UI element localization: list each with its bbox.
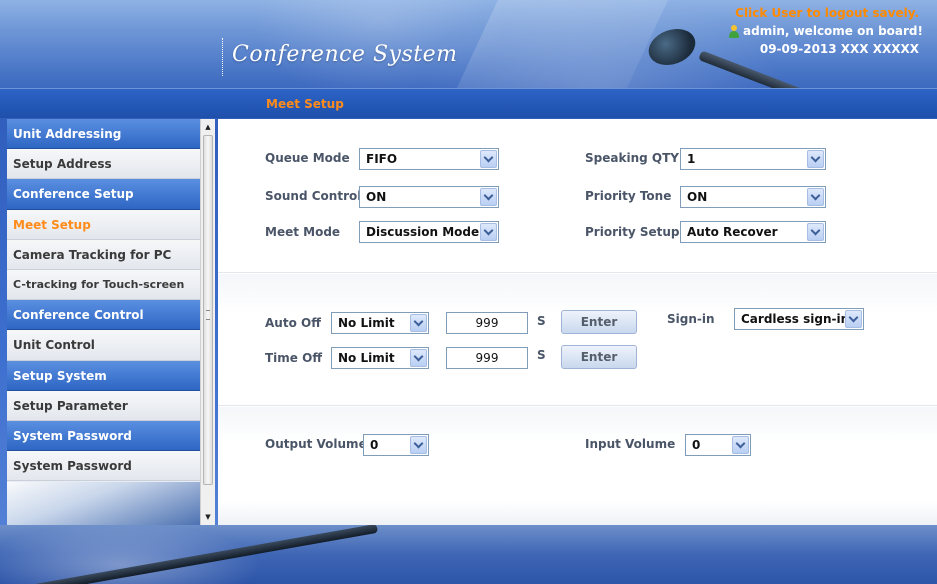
meet-mode-label: Meet Mode <box>265 225 341 239</box>
speaking-qty-label: Speaking QTY <box>585 151 679 165</box>
chevron-down-icon[interactable] <box>807 150 824 168</box>
sidebar-item-setup-parameter[interactable]: Setup Parameter <box>7 390 200 421</box>
sign-in-select[interactable]: Cardless sign-in <box>734 308 864 330</box>
sidebar-scrollbar[interactable]: ▲ ▼ <box>200 119 215 525</box>
input-volume-value: 0 <box>692 438 701 452</box>
meet-mode-select[interactable]: Discussion Mode <box>359 221 499 243</box>
chevron-down-icon[interactable] <box>410 349 427 367</box>
chevron-down-icon[interactable] <box>480 223 497 241</box>
input-volume-label: Input Volume <box>585 437 676 451</box>
sign-in-value: Cardless sign-in <box>741 312 850 326</box>
input-volume-select[interactable]: 0 <box>685 434 751 456</box>
header-sheen <box>423 0 687 88</box>
sound-control-value: ON <box>366 190 387 204</box>
queue-mode-label: Queue Mode <box>265 151 350 165</box>
sidebar-menu: Unit Addressing Setup Address Conference… <box>7 119 200 482</box>
sidebar: Unit Addressing Setup Address Conference… <box>7 119 215 525</box>
sidebar-group-unit-addressing[interactable]: Unit Addressing <box>7 119 200 150</box>
chevron-down-icon[interactable] <box>410 314 427 332</box>
priority-setup-label: Priority Setup <box>585 225 680 239</box>
sidebar-group-conference-control[interactable]: Conference Control <box>7 300 200 331</box>
sound-control-select[interactable]: ON <box>359 186 499 208</box>
chevron-down-icon[interactable] <box>480 150 497 168</box>
footer-banner <box>0 525 937 584</box>
sign-in-label: Sign-in <box>667 312 715 326</box>
scrollbar-grip-icon <box>206 310 210 320</box>
logout-link[interactable]: Click User to logout savely. <box>735 6 919 20</box>
chevron-down-icon[interactable] <box>807 223 824 241</box>
page-title-bar: Meet Setup <box>0 88 937 118</box>
sidebar-decoration <box>7 482 200 525</box>
time-off-label: Time Off <box>265 351 323 365</box>
sound-control-label: Sound Control <box>265 189 362 203</box>
chevron-down-icon[interactable] <box>480 188 497 206</box>
time-off-seconds-input[interactable] <box>446 347 528 369</box>
sidebar-item-setup-address[interactable]: Setup Address <box>7 149 200 180</box>
output-volume-select[interactable]: 0 <box>363 434 429 456</box>
date-time: 09-09-2013 XXX XXXXX <box>759 42 919 56</box>
user-icon[interactable] <box>729 24 740 38</box>
time-off-enter-button[interactable]: Enter <box>561 345 637 369</box>
queue-mode-value: FIFO <box>366 152 398 166</box>
meet-settings-section: Queue Mode FIFO Sound Control ON Meet Mo… <box>218 119 937 273</box>
main-content: Queue Mode FIFO Sound Control ON Meet Mo… <box>218 119 937 525</box>
scrollbar-thumb[interactable] <box>203 135 213 485</box>
chevron-down-icon[interactable] <box>410 436 427 454</box>
chevron-down-icon[interactable] <box>732 436 749 454</box>
sidebar-item-unit-control[interactable]: Unit Control <box>7 330 200 361</box>
auto-off-value: No Limit <box>338 316 395 330</box>
sidebar-item-system-password[interactable]: System Password <box>7 451 200 482</box>
chevron-down-icon[interactable] <box>807 188 824 206</box>
output-volume-value: 0 <box>370 438 379 452</box>
time-off-unit: S <box>537 348 546 362</box>
priority-tone-select[interactable]: ON <box>680 186 826 208</box>
sidebar-group-conference-setup[interactable]: Conference Setup <box>7 179 200 210</box>
chevron-down-icon[interactable] <box>845 310 862 328</box>
scroll-down-arrow-icon[interactable]: ▼ <box>201 509 215 525</box>
sidebar-group-system-password[interactable]: System Password <box>7 420 200 452</box>
priority-tone-label: Priority Tone <box>585 189 672 203</box>
welcome-text: admin, welcome on board! <box>743 24 923 38</box>
timer-settings-section: Auto Off No Limit S Enter Sign-in Cardle… <box>218 274 937 406</box>
auto-off-select[interactable]: No Limit <box>331 312 429 334</box>
time-off-select[interactable]: No Limit <box>331 347 429 369</box>
time-off-value: No Limit <box>338 351 395 365</box>
logo-divider <box>222 38 223 76</box>
sidebar-item-camera-tracking-pc[interactable]: Camera Tracking for PC <box>7 239 200 270</box>
priority-setup-select[interactable]: Auto Recover <box>680 221 826 243</box>
queue-mode-select[interactable]: FIFO <box>359 148 499 170</box>
sidebar-item-c-tracking-touch-screen[interactable]: C-tracking for Touch-screen <box>7 269 200 301</box>
priority-tone-value: ON <box>687 190 708 204</box>
speaking-qty-value: 1 <box>687 152 696 166</box>
output-volume-label: Output Volume <box>265 437 367 451</box>
volume-settings-section: Output Volume 0 Input Volume 0 <box>218 407 937 525</box>
auto-off-enter-button[interactable]: Enter <box>561 310 637 334</box>
auto-off-label: Auto Off <box>265 316 321 330</box>
sidebar-group-setup-system[interactable]: Setup System <box>7 360 200 391</box>
page-title: Meet Setup <box>266 97 344 111</box>
meet-mode-value: Discussion Mode <box>366 225 480 239</box>
app-title: Conference System <box>232 42 458 67</box>
welcome-message: admin, welcome on board! <box>729 24 923 38</box>
header-banner: Conference System Click User to logout s… <box>0 0 937 88</box>
priority-setup-value: Auto Recover <box>687 225 778 239</box>
sidebar-item-meet-setup[interactable]: Meet Setup <box>7 209 200 240</box>
microphone-stem-graphic <box>21 525 379 584</box>
scroll-up-arrow-icon[interactable]: ▲ <box>201 119 215 135</box>
auto-off-unit: S <box>537 314 546 328</box>
auto-off-seconds-input[interactable] <box>446 312 528 334</box>
speaking-qty-select[interactable]: 1 <box>680 148 826 170</box>
